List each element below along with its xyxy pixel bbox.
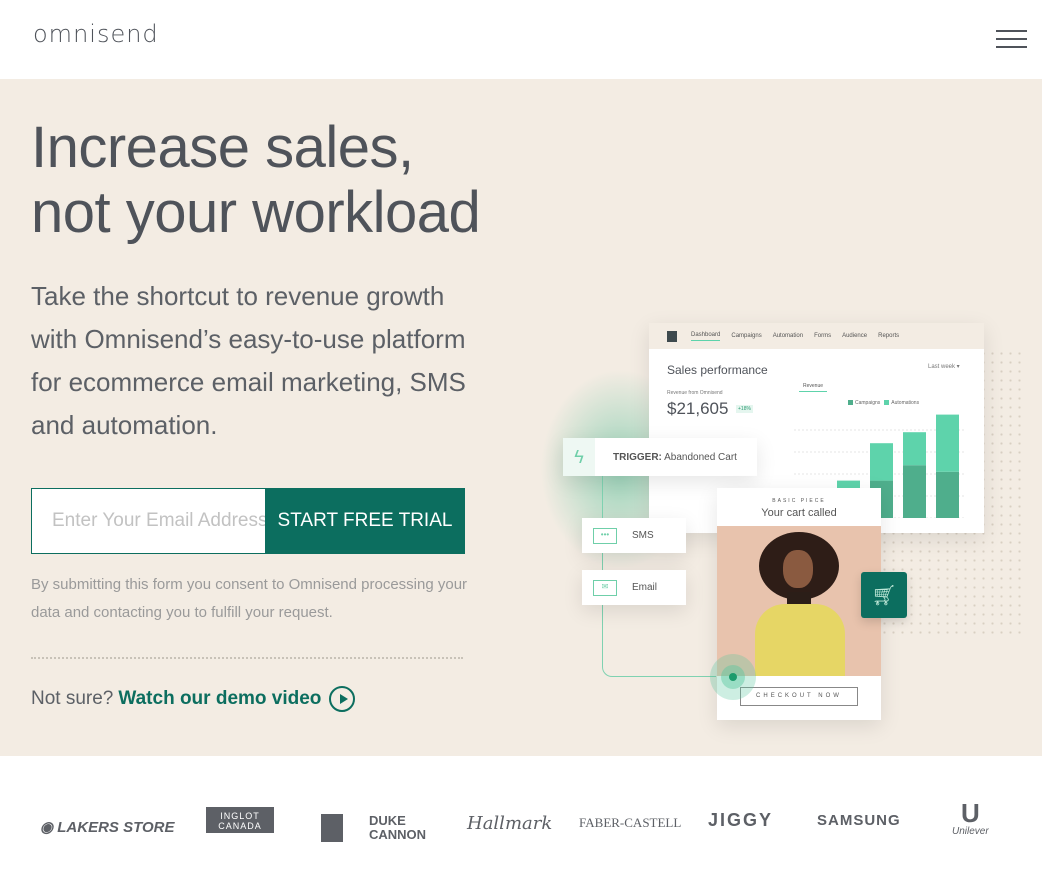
divider [31,657,463,659]
play-icon[interactable] [329,686,356,712]
unilever-logo: U Unilever [952,798,989,837]
demo-row: Not sure? Watch our demo video [31,686,356,712]
demo-prefix: Not sure? [31,688,114,709]
lightning-icon: ϟ [563,438,595,476]
start-free-trial-button[interactable]: START FREE TRIAL [265,488,465,554]
inglot-logo: INGLOT CANADA [206,807,274,833]
mockup-change-badge: +18% [736,405,753,413]
mockup-revenue-tab: Revenue [799,383,828,392]
trigger-card: ϟ TRIGGER: Abandoned Cart [563,438,757,476]
mockup-nav-item: Dashboard [691,332,721,341]
bar-campaigns-5 [936,471,959,518]
cart-icon: 🛒︎ [861,572,907,618]
checkout-now-button: CHECKOUT NOW [740,687,858,706]
sms-card: ••• SMS [582,518,686,553]
mockup-nav-item: Audience [842,333,868,339]
mockup-nav-item: Campaigns [731,333,762,339]
samsung-logo: SAMSUNG [817,812,901,829]
pulse-dot [710,654,756,700]
mockup-revenue: $21,605 [667,399,729,418]
hamburger-icon[interactable] [996,30,1027,48]
jiggy-logo: JIGGY [708,810,774,830]
bar-automations-3 [870,443,893,481]
model-photo [717,526,881,676]
mockup-nav-item: Reports [878,333,900,339]
mockup-nav-item: Forms [814,333,832,339]
bar-campaigns-4 [903,465,926,518]
bar-automations-5 [936,414,959,472]
omnisend-logo[interactable]: omnisend [33,20,159,48]
lakers-store-logo: ◉ LAKERS STORE [40,819,175,836]
mockup-nav-item: Automation [772,333,804,339]
mockup-period: Last week ▾ [928,364,960,370]
chat-bubble-icon: ••• [593,527,617,544]
popup-kicker: BASIC PIECE [772,498,826,504]
watch-demo-link[interactable]: Watch our demo video [118,688,321,710]
site-header: omnisend [0,0,1042,79]
hallmark-logo: Hallmark [467,813,553,834]
chart-legend: Campaigns Automations [844,400,919,406]
client-logos: ◉ LAKERS STORE INGLOT CANADA DUKE CANNON… [0,756,1042,874]
mockup-nav: Dashboard Campaigns Automation Forms Aud… [649,323,984,349]
hero-title: Increase sales, not your workload [31,115,481,245]
mockup-revenue-label: Revenue from Omnisend [667,390,723,396]
email-input[interactable] [31,488,265,554]
hero-subtitle: Take the shortcut to revenue growth with… [31,281,466,440]
duke-cannon-logo: DUKE CANNON [321,814,431,842]
hero-section: Increase sales, not your workload Take th… [0,79,1042,756]
email-card: ✉ Email [582,570,686,605]
envelope-icon: ✉ [593,579,617,596]
app-logo-icon [667,330,677,342]
signup-form: START FREE TRIAL [31,488,465,554]
faber-castell-logo: FABER-CASTELL [579,815,682,830]
consent-text: By submitting this form you consent to O… [31,576,468,621]
mockup-title: Sales performance [667,363,768,377]
popup-title: Your cart called [761,507,837,519]
bar-automations-4 [903,432,926,466]
